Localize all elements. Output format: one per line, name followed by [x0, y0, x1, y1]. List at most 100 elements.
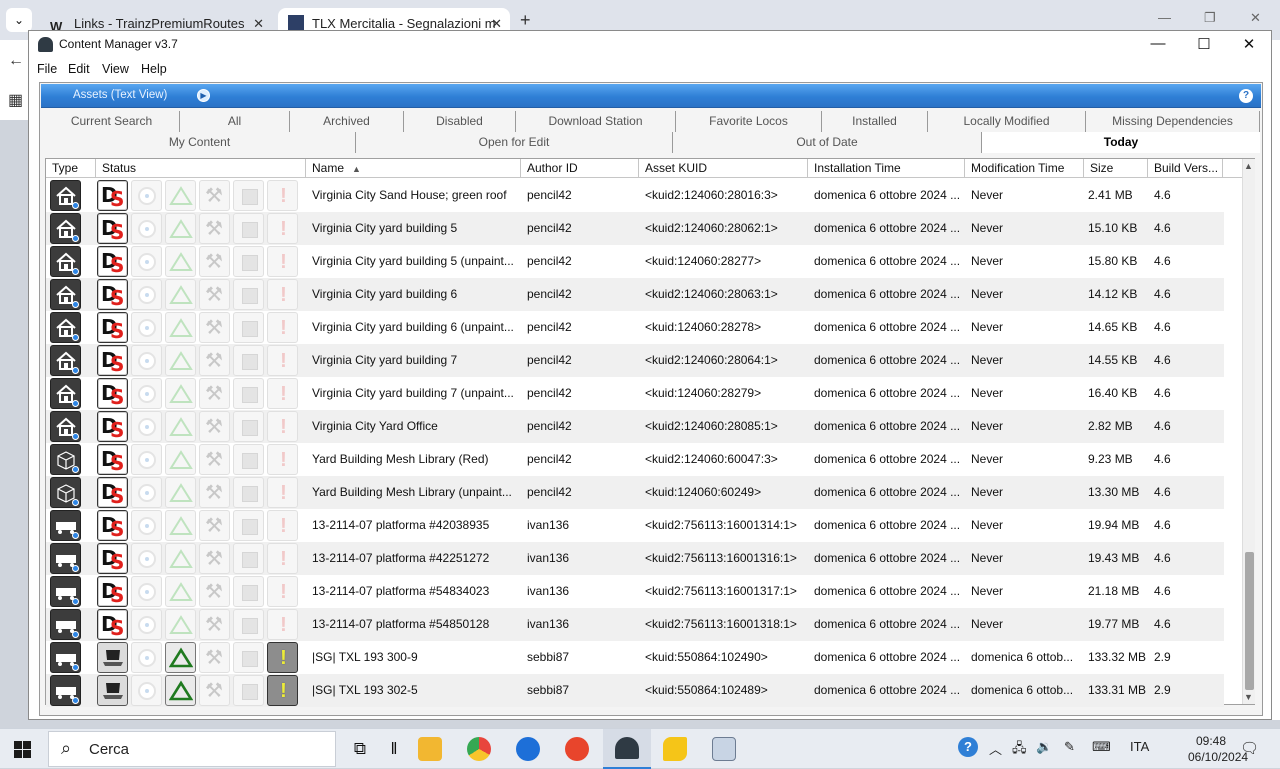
filter-locally-modified[interactable]: Locally Modified: [928, 111, 1086, 132]
building-type-icon: [50, 378, 81, 409]
table-row[interactable]: D S ⚒! Virginia City yard building 7 (unpai…: [46, 377, 1224, 410]
scroll-down-icon[interactable]: ▼: [1244, 692, 1253, 702]
table-row[interactable]: D S ⚒! Yard Building Mesh Library (unpaint.…: [46, 476, 1224, 509]
download-station-icon: DS: [97, 609, 128, 640]
table-row[interactable]: D S ⚒! Virginia City yard building 7 pencil4…: [46, 344, 1224, 377]
menu-edit[interactable]: Edit: [68, 62, 90, 76]
table-row[interactable]: D S ⚒! 13-2114-07 platforma #42251272 ivan13…: [46, 542, 1224, 575]
filter-current-search[interactable]: Current Search: [44, 111, 180, 132]
table-row[interactable]: D S ⚒! 13-2114-07 platforma #54834023 ivan13…: [46, 575, 1224, 608]
menu-file[interactable]: File: [37, 62, 57, 76]
language-indicator[interactable]: ITA: [1130, 739, 1149, 754]
table-row[interactable]: D S ⚒! 13-2114-07 platforma #54850128 ivan13…: [46, 608, 1224, 641]
filter-out-of-date[interactable]: Out of Date: [673, 132, 982, 153]
filter-disabled[interactable]: Disabled: [404, 111, 516, 132]
filter-download-station[interactable]: Download Station: [516, 111, 676, 132]
cloud-folder-icon[interactable]: [663, 737, 687, 761]
edge-icon[interactable]: [516, 737, 540, 761]
disc-icon: [131, 411, 162, 442]
col-asset-kuid[interactable]: Asset KUID: [639, 159, 808, 178]
cell-build-version: 4.6: [1154, 221, 1171, 235]
cell-size: 19.77 MB: [1088, 617, 1140, 631]
volume-icon[interactable]: 🔉: [1036, 739, 1052, 755]
keyboard-icon[interactable]: ⌨: [1092, 739, 1111, 755]
cell-name: Virginia City yard building 5 (unpaint..…: [312, 254, 514, 268]
col-name[interactable]: Name ▲: [306, 159, 521, 178]
filter-today[interactable]: Today: [982, 132, 1260, 153]
filter-all[interactable]: All: [180, 111, 290, 132]
new-tab-button[interactable]: +: [520, 8, 531, 32]
chrome-icon[interactable]: [467, 737, 491, 761]
cell-modification-time: Never: [971, 221, 1004, 235]
table-row[interactable]: ⚒! |SG| TXL 193 300-9 sebbi87 <kuid:550864:…: [46, 641, 1224, 674]
cell-build-version: 4.6: [1154, 287, 1171, 301]
menu-help[interactable]: Help: [141, 62, 167, 76]
cell-name: Virginia City yard building 7 (unpaint..…: [312, 386, 514, 400]
col-status[interactable]: Status: [96, 159, 306, 178]
col-build-version[interactable]: Build Vers...: [1148, 159, 1223, 178]
cell-size: 15.10 KB: [1088, 221, 1138, 235]
cell-modification-time: domenica 6 ottob...: [971, 650, 1074, 664]
menu-view[interactable]: View: [102, 62, 129, 76]
filter-my-content[interactable]: My Content: [44, 132, 356, 153]
tray-expand-icon[interactable]: ︿: [989, 739, 1002, 758]
download-station-icon: DS: [97, 477, 128, 508]
scrollbar-thumb[interactable]: [1245, 552, 1254, 690]
cell-name: 13-2114-07 platforma #42251272: [312, 551, 490, 565]
maximize-icon[interactable]: ☐: [1189, 35, 1219, 53]
col-size[interactable]: Size: [1084, 159, 1148, 178]
table-row[interactable]: D S ⚒! Virginia City yard building 6 (unpai…: [46, 311, 1224, 344]
widgets-icon[interactable]: ‖: [382, 737, 406, 761]
col-author-id[interactable]: Author ID: [521, 159, 639, 178]
tab-search-button[interactable]: ⌄: [6, 8, 32, 32]
table-row[interactable]: ⚒! |SG| TXL 193 302-5 sebbi87 <kuid:550864:…: [46, 674, 1224, 707]
table-row[interactable]: D S ⚒! Virginia City Sand House; green roof…: [46, 179, 1224, 212]
filter-archived[interactable]: Archived: [290, 111, 404, 132]
pen-icon[interactable]: ✎: [1064, 739, 1075, 755]
browser-close-icon[interactable]: ✕: [1250, 10, 1261, 26]
file-explorer-icon[interactable]: [418, 737, 442, 761]
filter-missing-dependencies[interactable]: Missing Dependencies: [1086, 111, 1260, 132]
cell-size: 14.65 KB: [1088, 320, 1138, 334]
col-modification-time[interactable]: Modification Time: [965, 159, 1084, 178]
browser-restore-icon[interactable]: ❐: [1204, 10, 1216, 26]
help-tray-icon[interactable]: ?: [958, 737, 978, 757]
info-dot-icon: [72, 664, 79, 671]
info-dot-icon: [72, 631, 79, 638]
table-row[interactable]: D S ⚒! Virginia City yard building 5 pencil4…: [46, 212, 1224, 245]
view-options-icon[interactable]: ▶: [197, 89, 210, 102]
notifications-icon[interactable]: 🗨: [1240, 739, 1259, 757]
square-icon: [233, 510, 264, 541]
back-arrow-icon[interactable]: ←: [8, 52, 24, 70]
taskbar-clock[interactable]: 09:48 06/10/2024: [1188, 733, 1248, 765]
cell-build-version: 4.6: [1154, 518, 1171, 532]
table-row[interactable]: D S ⚒! Yard Building Mesh Library (Red) penc…: [46, 443, 1224, 476]
triangle-icon: [165, 543, 196, 574]
task-view-icon[interactable]: ⧉: [348, 737, 372, 761]
scroll-up-icon[interactable]: ▲: [1244, 161, 1253, 171]
windows-start-icon[interactable]: [14, 741, 31, 758]
vertical-scrollbar[interactable]: ▲ ▼: [1242, 159, 1255, 704]
tools-icon: ⚒: [199, 312, 230, 343]
filter-open-for-edit[interactable]: Open for Edit: [356, 132, 673, 153]
network-icon[interactable]: 🖧: [1012, 739, 1027, 761]
info-dot-icon: [72, 532, 79, 539]
filter-installed[interactable]: Installed: [822, 111, 928, 132]
table-row[interactable]: D S ⚒! Virginia City yard building 6 pencil4…: [46, 278, 1224, 311]
col-type[interactable]: Type: [46, 159, 96, 178]
table-row[interactable]: D S ⚒! Virginia City yard building 5 (unpai…: [46, 245, 1224, 278]
filter-favorite-locos[interactable]: Favorite Locos: [676, 111, 822, 132]
browser-minimize-icon[interactable]: —: [1158, 10, 1171, 25]
minimize-icon[interactable]: —: [1143, 35, 1173, 52]
apps-grid-icon[interactable]: ▦: [8, 90, 23, 110]
table-row[interactable]: D S ⚒! Virginia City Yard Office pencil42 <ku…: [46, 410, 1224, 443]
app-red-icon[interactable]: [565, 737, 589, 761]
info-dot-icon: [72, 433, 79, 440]
content-manager-taskbar-button[interactable]: [603, 729, 651, 769]
help-icon[interactable]: ?: [1239, 89, 1253, 103]
close-icon[interactable]: ✕: [1234, 35, 1264, 53]
table-row[interactable]: D S ⚒! 13-2114-07 platforma #42038935 ivan13…: [46, 509, 1224, 542]
taskbar-search-box[interactable]: ⌕ Cerca: [48, 731, 336, 767]
col-installation-time[interactable]: Installation Time: [808, 159, 965, 178]
image-viewer-icon[interactable]: [712, 737, 736, 761]
